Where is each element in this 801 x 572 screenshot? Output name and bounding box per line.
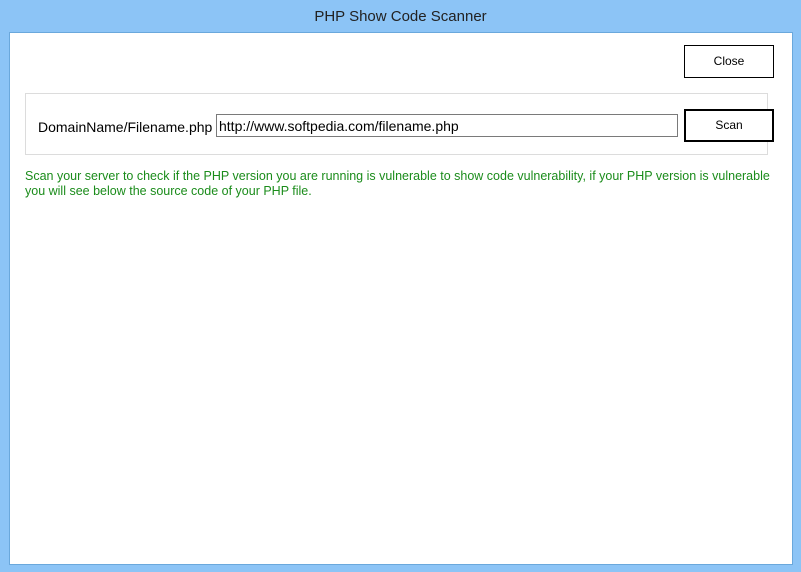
url-input[interactable] <box>216 114 678 137</box>
help-text: Scan your server to check if the PHP ver… <box>25 169 770 198</box>
scan-button[interactable]: Scan <box>684 109 774 142</box>
main-panel: Close DomainName/Filename.php Scan Scan … <box>9 32 793 565</box>
close-button[interactable]: Close <box>684 45 774 78</box>
scan-group: DomainName/Filename.php Scan <box>25 93 774 155</box>
window-title: PHP Show Code Scanner <box>314 8 487 25</box>
url-label: DomainName/Filename.php <box>38 119 213 135</box>
